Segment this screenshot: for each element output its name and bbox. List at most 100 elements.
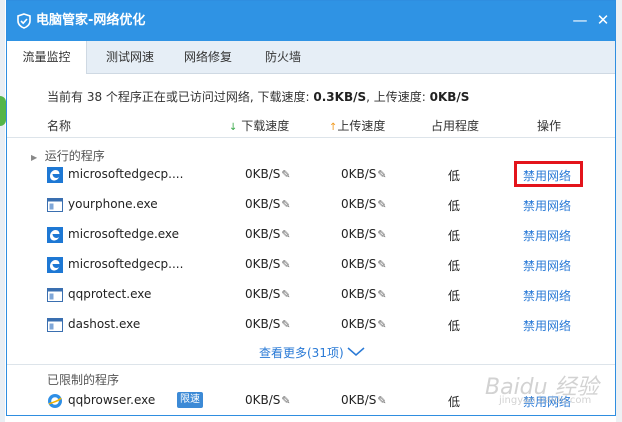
table-row[interactable]: yourphone.exe 0KB/S✎ 0KB/S✎ 低禁用网络 — [7, 190, 615, 220]
edit-pencil-icon[interactable]: ✎ — [281, 198, 290, 211]
download-arrow-icon: ↓ — [229, 122, 238, 133]
usage-level: 低 — [448, 169, 461, 183]
app-window-icon — [47, 318, 63, 332]
edit-pencil-icon[interactable]: ✎ — [281, 288, 290, 301]
disable-network-button[interactable]: 禁用网络 — [523, 287, 571, 304]
watermark-sub: jingyan.baidu.com — [499, 395, 592, 406]
table-row[interactable]: qqprotect.exe 0KB/S✎ 0KB/S✎ 低禁用网络 — [7, 280, 615, 310]
edit-pencil-icon[interactable]: ✎ — [281, 258, 290, 271]
header-divider — [7, 137, 615, 138]
download-speed: 0KB/S — [245, 167, 281, 181]
table-header: 名称 ↓ 下载速度 ↑上传速度 占用程度 操作 — [7, 117, 615, 135]
edit-pencil-icon[interactable]: ✎ — [377, 394, 386, 407]
upload-speed-cell[interactable]: 0KB/S✎ — [341, 317, 387, 331]
app-window-icon — [47, 288, 63, 302]
upload-speed-cell[interactable]: 0KB/S✎ — [341, 197, 387, 211]
tab-network-repair[interactable]: 网络修复 — [171, 41, 245, 73]
download-speed-cell[interactable]: 0KB/S✎ — [245, 227, 291, 241]
summary-download-speed: 0.3KB/S — [313, 90, 367, 104]
download-speed: 0KB/S — [245, 197, 281, 211]
download-speed: 0KB/S — [245, 227, 281, 241]
column-upload-label: 上传速度 — [337, 119, 386, 133]
summary-upload-speed: 0KB/S — [429, 90, 470, 104]
qqbrowser-icon — [48, 394, 62, 408]
chevron-down-icon — [347, 347, 365, 356]
upload-speed: 0KB/S — [341, 393, 377, 407]
download-speed: 0KB/S — [245, 257, 281, 271]
edit-pencil-icon[interactable]: ✎ — [377, 288, 386, 301]
summary-prefix: 当前有 38 个程序正在或已访问过网络, 下载速度: — [47, 90, 314, 104]
column-download[interactable]: ↓ 下载速度 — [229, 117, 289, 134]
edit-pencil-icon[interactable]: ✎ — [281, 168, 290, 181]
edit-pencil-icon[interactable]: ✎ — [281, 318, 290, 331]
title-bar[interactable]: 电脑管家-网络优化 — ✕ — [7, 1, 615, 41]
edit-pencil-icon[interactable]: ✎ — [377, 318, 386, 331]
edge-icon — [47, 257, 63, 273]
edit-pencil-icon[interactable]: ✎ — [281, 394, 290, 407]
usage-level: 低 — [448, 259, 461, 273]
app-name: qqprotect.exe — [68, 287, 152, 301]
column-upload[interactable]: ↑上传速度 — [329, 117, 385, 134]
download-speed-cell[interactable]: 0KB/S✎ — [245, 393, 291, 407]
minimize-button[interactable]: — — [571, 11, 589, 29]
usage-level: 低 — [448, 229, 461, 243]
upload-speed-cell[interactable]: 0KB/S✎ — [341, 393, 387, 407]
edit-pencil-icon[interactable]: ✎ — [281, 228, 290, 241]
close-button[interactable]: ✕ — [594, 11, 612, 29]
disable-network-button[interactable]: 禁用网络 — [523, 257, 571, 274]
tab-speed-test[interactable]: 测试网速 — [93, 41, 167, 73]
usage-level: 低 — [448, 319, 461, 333]
app-name: qqbrowser.exe — [68, 393, 156, 407]
see-more-link[interactable]: 查看更多(31项) — [259, 344, 365, 361]
disable-network-button[interactable]: 禁用网络 — [523, 197, 571, 214]
edit-pencil-icon[interactable]: ✎ — [377, 198, 386, 211]
upload-speed: 0KB/S — [341, 257, 377, 271]
tab-bar: 流量监控 测试网速 网络修复 防火墙 — [7, 41, 615, 74]
download-speed-cell[interactable]: 0KB/S✎ — [245, 167, 291, 181]
app-name: microsoftedgecp.... — [68, 167, 184, 181]
download-speed: 0KB/S — [245, 317, 281, 331]
tab-traffic-monitor[interactable]: 流量监控 — [7, 41, 87, 74]
edit-pencil-icon[interactable]: ✎ — [377, 228, 386, 241]
limit-badge: 限速 — [177, 392, 203, 408]
upload-speed: 0KB/S — [341, 197, 377, 211]
download-speed-cell[interactable]: 0KB/S✎ — [245, 287, 291, 301]
app-name: microsoftedgecp.... — [68, 257, 184, 271]
download-speed-cell[interactable]: 0KB/S✎ — [245, 197, 291, 211]
tab-firewall[interactable]: 防火墙 — [251, 41, 315, 73]
edge-icon — [47, 227, 63, 243]
upload-speed-cell[interactable]: 0KB/S✎ — [341, 287, 387, 301]
network-optimization-window: 电脑管家-网络优化 — ✕ 流量监控 测试网速 网络修复 防火墙 当前有 38 … — [6, 0, 616, 416]
disable-network-button[interactable]: 禁用网络 — [523, 317, 571, 334]
table-row[interactable]: dashost.exe 0KB/S✎ 0KB/S✎ 低禁用网络 — [7, 310, 615, 340]
window-title: 电脑管家-网络优化 — [36, 13, 146, 28]
table-row[interactable]: microsoftedgecp.... 0KB/S✎ 0KB/S✎ 低禁用网络 — [7, 250, 615, 280]
shield-logo-icon — [17, 13, 31, 29]
column-name[interactable]: 名称 — [47, 117, 71, 134]
baidu-jingyan-watermark: Baidu 经验 jingyan.baidu.com — [477, 363, 615, 415]
usage-level: 低 — [448, 289, 461, 303]
upload-speed: 0KB/S — [341, 287, 377, 301]
column-usage[interactable]: 占用程度 — [431, 117, 479, 134]
edge-icon — [47, 167, 63, 183]
background-strip-right — [616, 0, 622, 422]
summary-middle: , 上传速度: — [366, 90, 430, 104]
upload-speed: 0KB/S — [341, 167, 377, 181]
download-speed-cell[interactable]: 0KB/S✎ — [245, 257, 291, 271]
edit-pencil-icon[interactable]: ✎ — [377, 258, 386, 271]
upload-speed-cell[interactable]: 0KB/S✎ — [341, 167, 387, 181]
edit-pencil-icon[interactable]: ✎ — [377, 168, 386, 181]
app-name: dashost.exe — [68, 317, 141, 331]
upload-speed: 0KB/S — [341, 227, 377, 241]
usage-level: 低 — [448, 199, 461, 213]
column-download-label: 下载速度 — [241, 119, 290, 133]
disable-network-button[interactable]: 禁用网络 — [523, 227, 571, 244]
see-more-label: 查看更多(31项) — [259, 346, 344, 360]
upload-speed-cell[interactable]: 0KB/S✎ — [341, 257, 387, 271]
app-window-icon — [47, 198, 63, 212]
upload-speed: 0KB/S — [341, 317, 377, 331]
table-row[interactable]: microsoftedge.exe 0KB/S✎ 0KB/S✎ 低禁用网络 — [7, 220, 615, 250]
background-strip-left — [0, 0, 5, 422]
download-speed-cell[interactable]: 0KB/S✎ — [245, 317, 291, 331]
upload-speed-cell[interactable]: 0KB/S✎ — [341, 227, 387, 241]
